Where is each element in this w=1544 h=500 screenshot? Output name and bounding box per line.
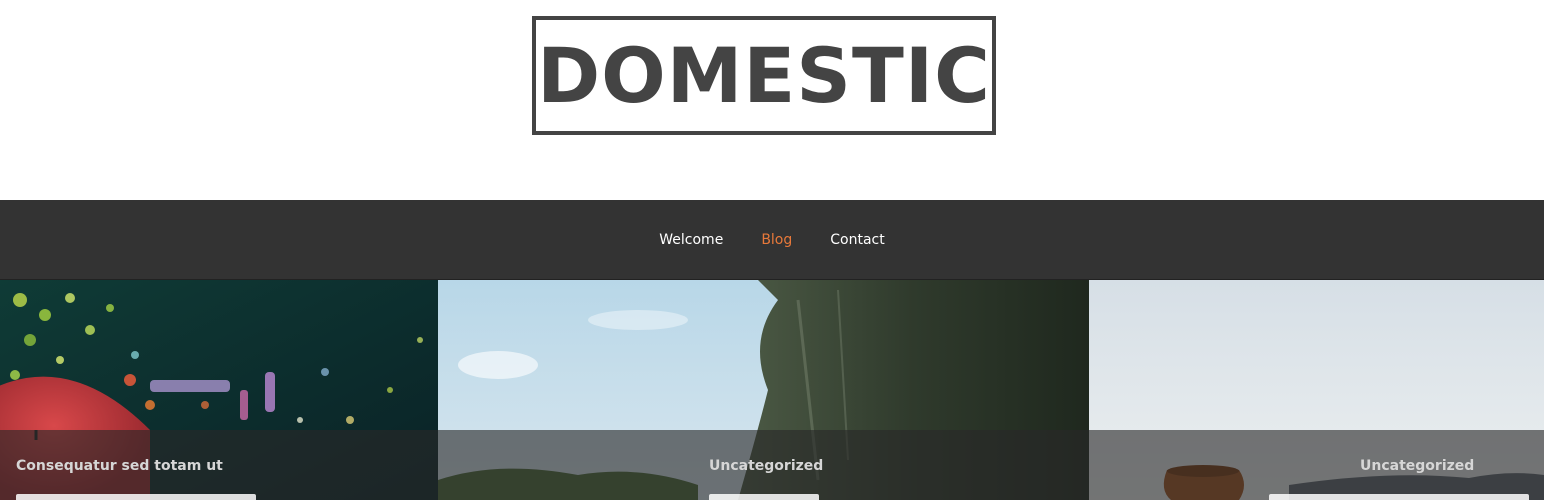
post-category-3[interactable]: Uncategorized [1360, 458, 1474, 474]
post-title-1-cropped[interactable] [16, 494, 256, 500]
post-category-2[interactable]: Uncategorized [709, 458, 823, 474]
main-navigation: Welcome Blog Contact [0, 200, 1544, 280]
site-logo-text: DOMESTIC [537, 30, 991, 120]
post-card-3[interactable]: Uncategorized [1089, 280, 1544, 500]
post-card-2[interactable]: Uncategorized [438, 280, 1089, 500]
post-title-3-cropped[interactable] [1269, 494, 1529, 500]
post-overlay-3 [1089, 430, 1544, 500]
nav-item-welcome[interactable]: Welcome [659, 232, 723, 248]
nav-item-blog[interactable]: Blog [761, 232, 792, 248]
post-title-2-cropped[interactable] [709, 494, 819, 500]
site-logo[interactable]: DOMESTIC [532, 16, 996, 135]
post-category-1[interactable]: Consequatur sed totam ut [16, 458, 223, 474]
post-card-1[interactable]: Consequatur sed totam ut [0, 280, 438, 500]
nav-item-contact[interactable]: Contact [830, 232, 884, 248]
site-header: DOMESTIC [0, 0, 1544, 200]
featured-posts: Consequatur sed totam ut Uncategorized U… [0, 280, 1544, 500]
